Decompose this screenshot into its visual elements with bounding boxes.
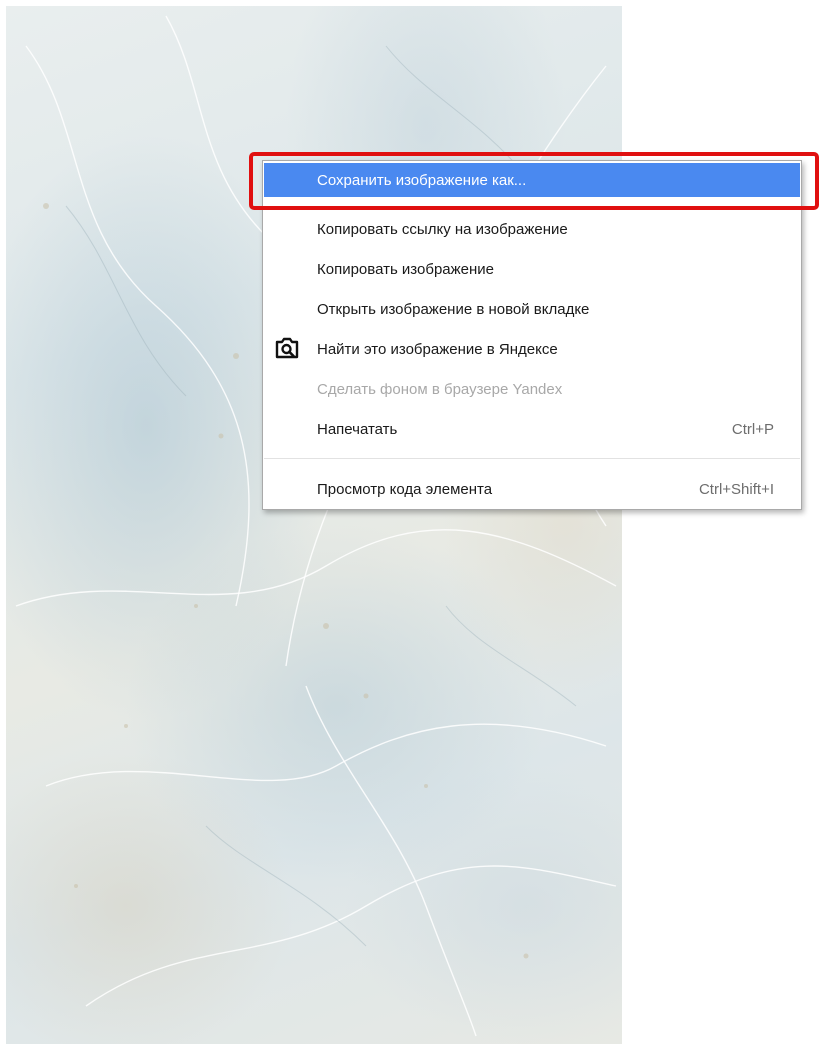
- menu-item-shortcut: Ctrl+P: [731, 420, 774, 438]
- menu-item-set-as-background: Сделать фоном в браузере Yandex: [264, 372, 800, 406]
- menu-item-shortcut: Ctrl+Shift+I: [698, 480, 774, 498]
- menu-item-inspect-element[interactable]: Просмотр кода элемента Ctrl+Shift+I: [264, 472, 800, 506]
- menu-item-label: Копировать изображение: [317, 260, 495, 278]
- menu-item-print[interactable]: Напечатать Ctrl+P: [264, 412, 800, 446]
- menu-item-label: Напечатать: [317, 420, 398, 438]
- menu-item-label: Найти это изображение в Яндексе: [317, 340, 558, 358]
- context-menu: Сохранить изображение как... Копировать …: [262, 160, 802, 510]
- camera-search-icon: [275, 337, 299, 359]
- menu-item-copy-image-link[interactable]: Копировать ссылку на изображение: [264, 212, 800, 246]
- menu-item-label: Сделать фоном в браузере Yandex: [317, 380, 563, 398]
- menu-item-label: Просмотр кода элемента: [317, 480, 493, 498]
- menu-item-open-image-new-tab[interactable]: Открыть изображение в новой вкладке: [264, 292, 800, 326]
- menu-separator: [264, 458, 800, 459]
- menu-item-search-image-yandex[interactable]: Найти это изображение в Яндексе: [264, 332, 800, 366]
- menu-item-copy-image[interactable]: Копировать изображение: [264, 252, 800, 286]
- menu-item-label: Копировать ссылку на изображение: [317, 220, 568, 238]
- screenshot-stage: Сохранить изображение как... Копировать …: [0, 0, 821, 1048]
- annotation-highlight-box: [249, 152, 819, 210]
- menu-item-label: Открыть изображение в новой вкладке: [317, 300, 590, 318]
